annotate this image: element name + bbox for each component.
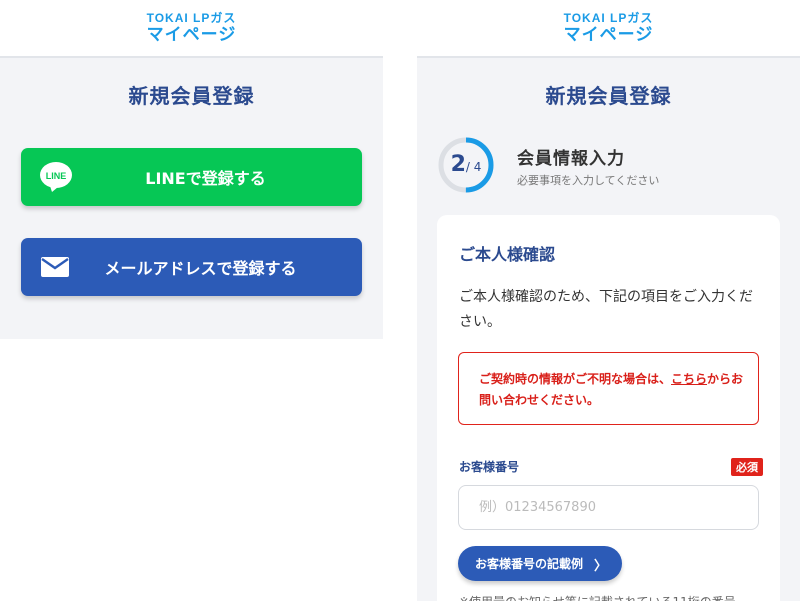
header: TOKAI LPガス マイページ [417, 0, 800, 58]
logo-title[interactable]: マイページ [0, 25, 383, 45]
step-total: / 4 [465, 160, 482, 174]
main-area: 新規会員登録 2/ 4 会員情報入力 必要事項を入力してください ご本人様確認 … [417, 58, 800, 601]
card-description: ご本人様確認のため、下記の項目をご入力ください。 [459, 289, 753, 330]
line-register-label: LINEで登録する [145, 169, 266, 188]
logo-title[interactable]: マイページ [417, 25, 800, 45]
alert-text-before: ご契約時の情報がご不明な場合は、 [479, 372, 672, 386]
example-button-label: お客様番号の記載例 [475, 557, 584, 571]
alert-box: ご契約時の情報がご不明な場合は、こちらからお問い合わせください。 [458, 352, 759, 425]
customer-number-note: ※使用量のお知らせ等に記載されている11桁の番号 [459, 593, 736, 601]
logo-brand: TOKAI LPガス [563, 11, 654, 25]
page-title: 新規会員登録 [128, 84, 255, 108]
logo-brand: TOKAI LPガス [146, 11, 237, 25]
customer-number-input[interactable] [458, 485, 759, 530]
member-info-screen: TOKAI LPガス マイページ 新規会員登録 2/ 4 会員情報入力 必要事項… [417, 0, 800, 601]
line-register-button[interactable]: LINE LINEで登録する [21, 148, 362, 206]
step-title: 会員情報入力 [517, 149, 625, 169]
chevron-right-icon: 〉 [593, 559, 607, 574]
registration-select-screen: TOKAI LPガス マイページ 新規会員登録 LINE LINEで登録する メ… [0, 0, 383, 601]
header: TOKAI LPガス マイページ [0, 0, 383, 58]
mail-register-button[interactable]: メールアドレスで登録する [21, 238, 362, 296]
step-indicator: 2/ 4 会員情報入力 必要事項を入力してください [437, 136, 797, 196]
identity-card: ご本人様確認 ご本人様確認のため、下記の項目をご入力ください。 ご契約時の情報が… [437, 215, 780, 601]
contact-link[interactable]: こちら [671, 372, 707, 386]
page-title: 新規会員登録 [545, 84, 672, 108]
card-title: ご本人様確認 [459, 245, 556, 264]
required-badge: 必須 [731, 458, 763, 476]
step-number: 2/ 4 [437, 152, 495, 177]
customer-number-example-button[interactable]: お客様番号の記載例 〉 [458, 546, 622, 581]
mail-register-label: メールアドレスで登録する [104, 259, 297, 278]
step-current: 2 [450, 152, 466, 177]
step-subtitle: 必要事項を入力してください [517, 174, 660, 187]
customer-number-label: お客様番号 [459, 460, 520, 474]
